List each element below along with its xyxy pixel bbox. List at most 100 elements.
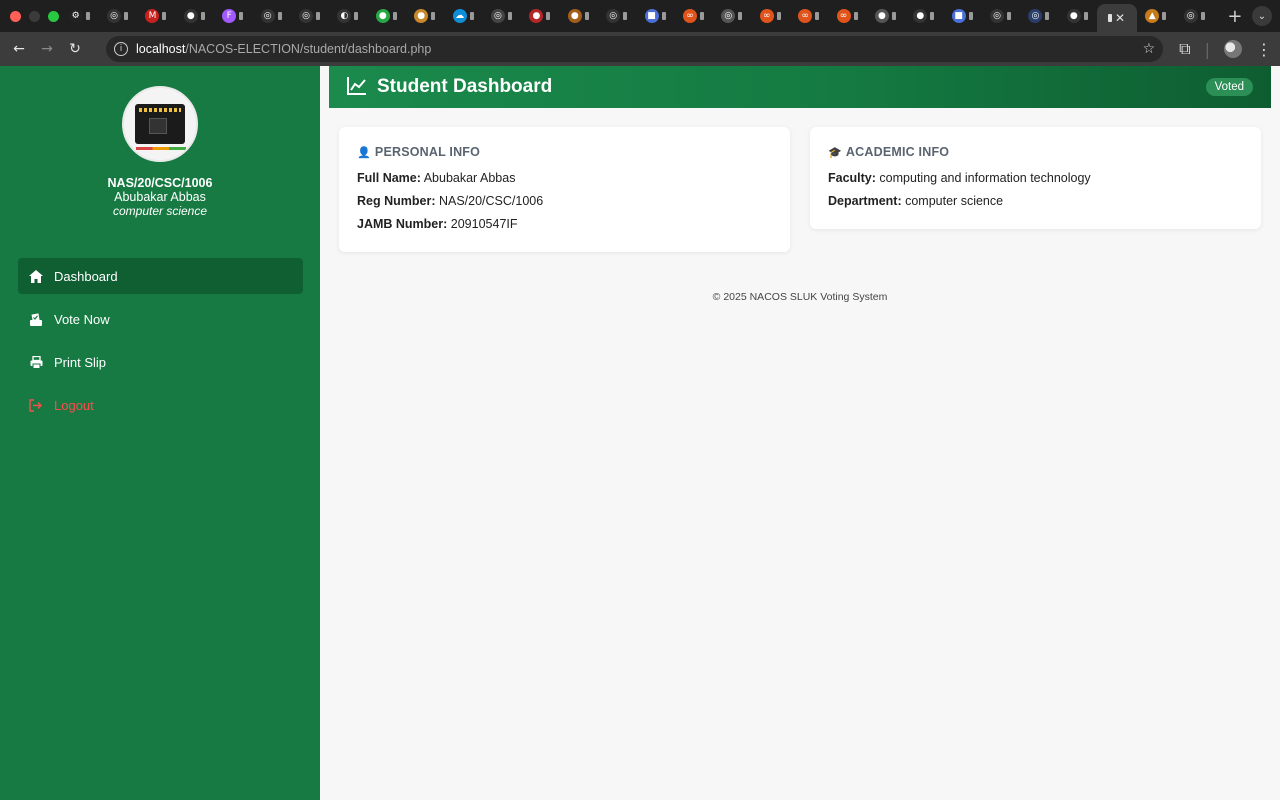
browser-tab[interactable]: ● xyxy=(175,4,213,28)
browser-tab[interactable]: ● xyxy=(521,4,559,28)
app-icon: ● xyxy=(874,9,889,23)
browser-tab[interactable]: ◐ xyxy=(329,4,367,28)
tab-title-fragment xyxy=(1200,12,1205,20)
sidebar-item-logout[interactable]: Logout xyxy=(18,387,303,423)
sidebar-item-label: Vote Now xyxy=(54,311,110,327)
tab-title-fragment xyxy=(392,12,397,20)
tab-title-fragment xyxy=(1083,12,1088,20)
browser-tab[interactable]: ● xyxy=(1058,4,1096,28)
footer-copyright: © 2025 NACOS SLUK Voting System xyxy=(712,291,888,303)
person-icon: 👤 xyxy=(357,145,371,159)
browser-tab[interactable]: ● xyxy=(905,4,943,28)
url-path: /NACOS-ELECTION/student/dashboard.php xyxy=(185,42,432,56)
tab-title-fragment xyxy=(738,12,743,20)
browser-tab[interactable]: ∞ xyxy=(674,4,712,28)
chatgpt-icon: ◎ xyxy=(107,9,122,23)
browser-tab[interactable]: ∞ xyxy=(789,4,827,28)
tab-title-fragment xyxy=(507,12,512,20)
sidebar-item-label: Print Slip xyxy=(54,354,107,370)
app-icon: ▲ xyxy=(1145,9,1160,23)
browser-tab[interactable]: M xyxy=(137,4,175,28)
logout-icon xyxy=(28,397,44,413)
browser-tab-active[interactable]: ✕ xyxy=(1096,4,1137,32)
browser-tab[interactable]: ☁ xyxy=(444,4,482,28)
minimize-window-button[interactable] xyxy=(29,10,40,22)
browser-tab[interactable]: ◎ xyxy=(597,4,635,28)
browser-tab[interactable]: ∞ xyxy=(828,4,866,28)
avatar xyxy=(122,86,198,162)
reload-button[interactable]: ↻ xyxy=(64,38,86,60)
sidebar-item-dashboard[interactable]: Dashboard xyxy=(18,258,303,294)
bookmark-star-icon[interactable]: ☆ xyxy=(1143,41,1156,57)
sidebar-item-vote-now[interactable]: Vote Now xyxy=(18,301,303,337)
browser-menu-icon[interactable]: ⋮ xyxy=(1256,40,1272,59)
app-icon: ● xyxy=(375,9,390,23)
link-icon: ∞ xyxy=(759,9,774,23)
tab-title-fragment xyxy=(1007,12,1012,20)
tab-title-fragment xyxy=(930,12,935,20)
tab-title-fragment xyxy=(891,12,896,20)
chatgpt-icon: ◎ xyxy=(990,9,1005,23)
new-tab-button[interactable]: + xyxy=(1227,6,1242,27)
browser-tab[interactable]: ◎ xyxy=(290,4,328,28)
browser-tab[interactable]: ■ xyxy=(943,4,981,28)
chatgpt-icon: ◎ xyxy=(1183,9,1198,23)
browser-tab[interactable]: ◎ xyxy=(981,4,1019,28)
sidebar: NAS/20/CSC/1006 Abubakar Abbas computer … xyxy=(0,66,320,800)
browser-tab[interactable]: ⚙ xyxy=(60,4,98,28)
chart-line-icon xyxy=(347,77,367,97)
app-icon: ● xyxy=(529,9,544,23)
tab-title-fragment xyxy=(239,12,244,20)
browser-toolbar: ← → ↻ i localhost/NACOS-ELECTION/student… xyxy=(0,32,1280,66)
tab-title-fragment xyxy=(85,12,90,20)
full-name-row: Full Name: Abubakar Abbas xyxy=(357,171,772,186)
browser-tab[interactable]: ● xyxy=(559,4,597,28)
tab-search-button[interactable]: ⌄ xyxy=(1252,6,1272,26)
browser-tab[interactable]: ◎ xyxy=(482,4,520,28)
close-tab-icon[interactable]: ✕ xyxy=(1115,11,1125,25)
wires-image xyxy=(136,147,186,150)
tab-title-fragment xyxy=(1045,12,1050,20)
reg-number-row: Reg Number: NAS/20/CSC/1006 xyxy=(357,194,772,209)
browser-tab[interactable]: ◎ xyxy=(1175,4,1213,28)
site-info-icon[interactable]: i xyxy=(114,42,128,56)
department-row: Department: computer science xyxy=(828,194,1243,209)
close-window-button[interactable] xyxy=(10,10,21,22)
profile-avatar[interactable] xyxy=(1224,40,1242,58)
tab-title-fragment xyxy=(469,12,474,20)
browser-tab[interactable]: ◎ xyxy=(252,4,290,28)
browser-tab-strip: ⚙ ◎ M ● F ◎ ◎ ◐ ● ● ☁ ◎ ● ● ◎ ■ ∞ ◎ ∞ ∞ ∞ ● ● ■ ◎ ◎ ● ✕ ▲ ◎ + ⌄ xyxy=(0,0,1280,32)
tab-title-fragment xyxy=(584,12,589,20)
browser-tab[interactable]: ● xyxy=(406,4,444,28)
browser-tab[interactable]: ∞ xyxy=(751,4,789,28)
sidebar-item-print-slip[interactable]: Print Slip xyxy=(18,344,303,380)
browser-tab[interactable]: F xyxy=(214,4,252,28)
address-bar[interactable]: i localhost/NACOS-ELECTION/student/dashb… xyxy=(106,36,1164,62)
academic-info-heading: 🎓 ACADEMIC INFO xyxy=(828,145,1243,159)
browser-tab[interactable]: ◎ xyxy=(713,4,751,28)
browser-tab[interactable]: ■ xyxy=(636,4,674,28)
tab-title-fragment xyxy=(354,12,359,20)
cloud-icon: ☁ xyxy=(452,9,467,23)
figma-icon: F xyxy=(222,9,237,23)
browser-tab[interactable]: ◎ xyxy=(98,4,136,28)
browser-tab[interactable]: ◎ xyxy=(1020,4,1058,28)
browser-tab[interactable]: ● xyxy=(866,4,904,28)
tab-title-fragment xyxy=(815,12,820,20)
jamb-number-row: JAMB Number: 20910547IF xyxy=(357,217,772,232)
maximize-window-button[interactable] xyxy=(48,10,59,22)
tab-title-fragment xyxy=(853,12,858,20)
app-icon: ● xyxy=(414,9,429,23)
ballot-icon xyxy=(28,311,44,327)
home-icon xyxy=(28,268,44,284)
extensions-icon[interactable]: ⧉ xyxy=(1179,39,1190,59)
browser-tab[interactable]: ● xyxy=(367,4,405,28)
back-button[interactable]: ← xyxy=(8,38,30,60)
tab-title-fragment xyxy=(1108,14,1113,22)
openai-icon: ◎ xyxy=(299,9,314,23)
page-header: Student Dashboard Voted xyxy=(329,66,1271,108)
browser-tab[interactable]: ▲ xyxy=(1137,4,1175,28)
app-icon: ◎ xyxy=(490,9,505,23)
faculty-label: Faculty: xyxy=(828,171,876,185)
forward-button[interactable]: → xyxy=(36,38,58,60)
